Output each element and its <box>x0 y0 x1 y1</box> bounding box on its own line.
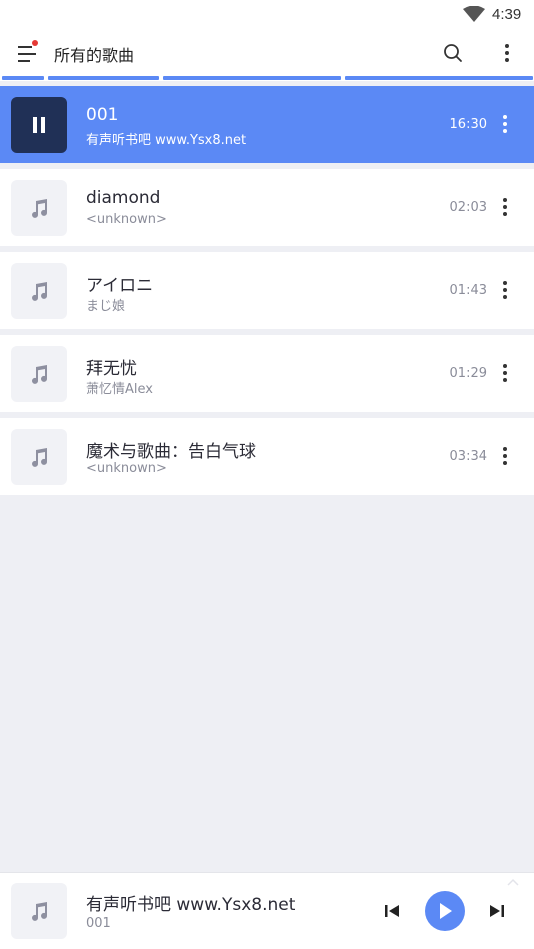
song-artist: 萧忆情Alex <box>86 382 153 397</box>
mini-player[interactable]: 有声听书吧 www.Ysx8.net 001 <box>0 872 534 949</box>
music-note-icon <box>32 282 48 301</box>
status-bar: 4:39 <box>0 0 534 30</box>
tab-strip[interactable] <box>163 76 341 80</box>
song-duration: 16:30 <box>449 117 487 132</box>
song-cover[interactable] <box>11 97 67 153</box>
song-row[interactable]: 魔术与歌曲：告白气球 <unknown> 03:34 <box>0 418 534 495</box>
more-vert-icon[interactable] <box>496 279 514 301</box>
song-title: diamond <box>86 188 161 208</box>
song-cover[interactable] <box>11 263 67 319</box>
song-artist: 有声听书吧 www.Ysx8.net <box>86 133 247 148</box>
chevron-up-icon[interactable] <box>506 877 520 887</box>
song-duration: 03:34 <box>449 449 487 464</box>
player-title: 有声听书吧 www.Ysx8.net <box>86 895 296 915</box>
song-artist: <unknown> <box>86 212 167 227</box>
music-note-icon <box>32 199 48 218</box>
wifi-icon <box>463 6 485 22</box>
more-vert-icon[interactable] <box>496 445 514 467</box>
menu-icon[interactable] <box>16 40 40 66</box>
song-duration: 02:03 <box>449 200 487 215</box>
song-row[interactable]: diamond <unknown> 02:03 <box>0 169 534 246</box>
song-artist: <unknown> <box>86 461 167 476</box>
song-row[interactable]: アイロニ まじ娘 01:43 <box>0 252 534 329</box>
song-row-playing[interactable]: 001 有声听书吧 www.Ysx8.net 16:30 <box>0 86 534 163</box>
notification-dot <box>32 40 38 46</box>
search-icon[interactable] <box>442 42 464 64</box>
tab-indicators <box>0 76 534 81</box>
more-vert-icon[interactable] <box>496 113 514 135</box>
more-vert-icon[interactable] <box>496 362 514 384</box>
song-row[interactable]: 拜无忧 萧忆情Alex 01:29 <box>0 335 534 412</box>
tab-strip[interactable] <box>345 76 533 80</box>
page-title: 所有的歌曲 <box>54 46 135 65</box>
song-artist: まじ娘 <box>86 299 126 314</box>
tab-strip[interactable] <box>2 76 44 80</box>
app-bar: 所有的歌曲 <box>0 30 534 76</box>
song-title: 001 <box>86 105 119 125</box>
song-duration: 01:29 <box>449 366 487 381</box>
music-note-icon <box>32 365 48 384</box>
play-icon <box>440 903 452 919</box>
tab-strip[interactable] <box>48 76 159 80</box>
music-note-icon <box>32 902 48 921</box>
more-vert-icon[interactable] <box>496 42 518 64</box>
song-cover[interactable] <box>11 429 67 485</box>
song-cover[interactable] <box>11 346 67 402</box>
song-cover[interactable] <box>11 180 67 236</box>
play-button[interactable] <box>425 891 465 931</box>
pause-icon <box>33 117 45 133</box>
skip-previous-icon[interactable] <box>382 901 402 921</box>
status-time: 4:39 <box>492 6 522 23</box>
song-duration: 01:43 <box>449 283 487 298</box>
song-title: アイロニ <box>86 276 154 296</box>
song-title: 魔术与歌曲：告白气球 <box>86 442 256 462</box>
song-title: 拜无忧 <box>86 359 137 379</box>
player-cover[interactable] <box>11 883 67 939</box>
music-note-icon <box>32 448 48 467</box>
more-vert-icon[interactable] <box>496 196 514 218</box>
skip-next-icon[interactable] <box>487 901 507 921</box>
player-subtitle: 001 <box>86 916 111 931</box>
